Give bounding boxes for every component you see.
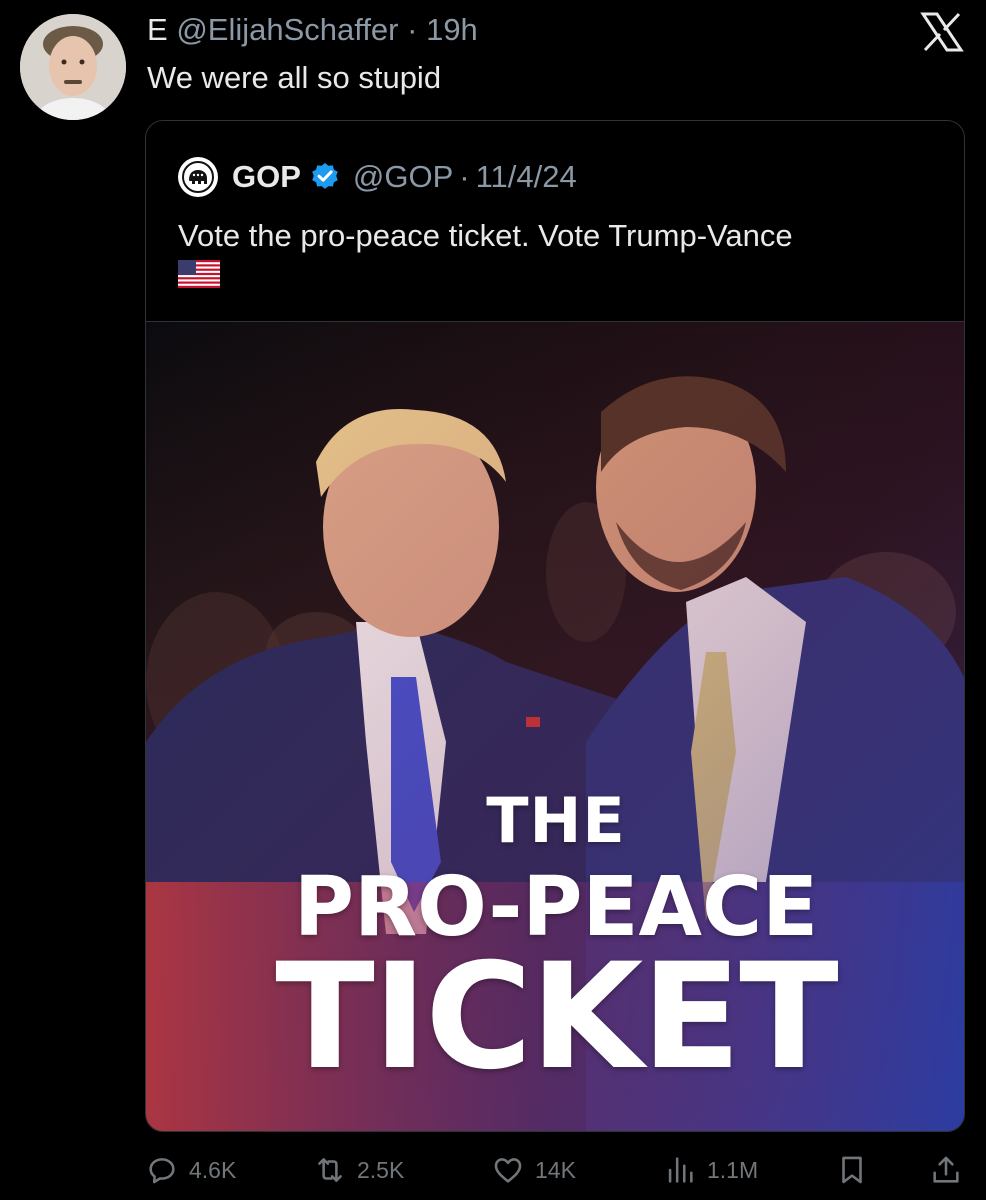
tweet-text: We were all so stupid (147, 60, 442, 95)
quoted-post-text-line: Vote the pro-peace ticket. Vote Trump-Va… (178, 218, 793, 253)
elephant-logo-icon (182, 161, 214, 193)
share-icon (933, 1156, 959, 1183)
author-avatar[interactable] (20, 14, 126, 120)
quoted-author-handle[interactable]: @GOP (353, 159, 453, 195)
image-headline-the: THE (486, 784, 626, 857)
quoted-post-image[interactable]: THE PRO-PEACE TICKET (146, 321, 964, 1131)
views-button[interactable]: 1.1M (663, 1148, 758, 1192)
views-icon (668, 1157, 693, 1183)
share-button[interactable] (929, 1148, 963, 1192)
author-name[interactable]: E (147, 12, 168, 47)
separator-dot: · (407, 12, 418, 47)
quoted-post-card[interactable]: GOP @GOP · 11/4/24 Vote the pro-peace ti… (145, 120, 965, 1132)
view-count: 1.1M (707, 1156, 759, 1183)
author-line: E @ElijahSchaffer · 19h (147, 12, 478, 48)
action-bar: 4.6K 2.5K 14K 1.1M (145, 1148, 965, 1192)
like-button[interactable]: 14K (491, 1148, 576, 1192)
post-time[interactable]: 19h (426, 12, 478, 47)
bookmark-button[interactable] (835, 1148, 869, 1192)
us-flag-emoji: 🇺🇸 (178, 260, 220, 288)
gop-avatar[interactable] (178, 157, 218, 197)
separator-dot: · (459, 159, 470, 194)
repost-count: 2.5K (357, 1156, 405, 1183)
reply-icon (149, 1158, 175, 1184)
repost-icon (318, 1158, 342, 1182)
image-headline-ticket: TICKET (275, 932, 839, 1102)
author-handle[interactable]: @ElijahSchaffer (176, 12, 398, 47)
like-icon (494, 1158, 522, 1183)
quoted-post-header: GOP @GOP · 11/4/24 (178, 155, 577, 199)
quoted-post-date[interactable]: 11/4/24 (476, 159, 577, 195)
post-screenshot: E @ElijahSchaffer · 19h We were all so s… (0, 0, 986, 1200)
bookmark-icon (842, 1156, 862, 1184)
quoted-post-text: Vote the pro-peace ticket. Vote Trump-Va… (178, 213, 940, 288)
like-count: 14K (535, 1156, 576, 1183)
verified-badge-icon (312, 163, 338, 189)
reply-count: 4.6K (189, 1156, 237, 1183)
x-logo-icon (920, 12, 964, 52)
quoted-author-name[interactable]: GOP (232, 159, 301, 195)
reply-button[interactable]: 4.6K (145, 1148, 236, 1192)
repost-button[interactable]: 2.5K (313, 1148, 404, 1192)
